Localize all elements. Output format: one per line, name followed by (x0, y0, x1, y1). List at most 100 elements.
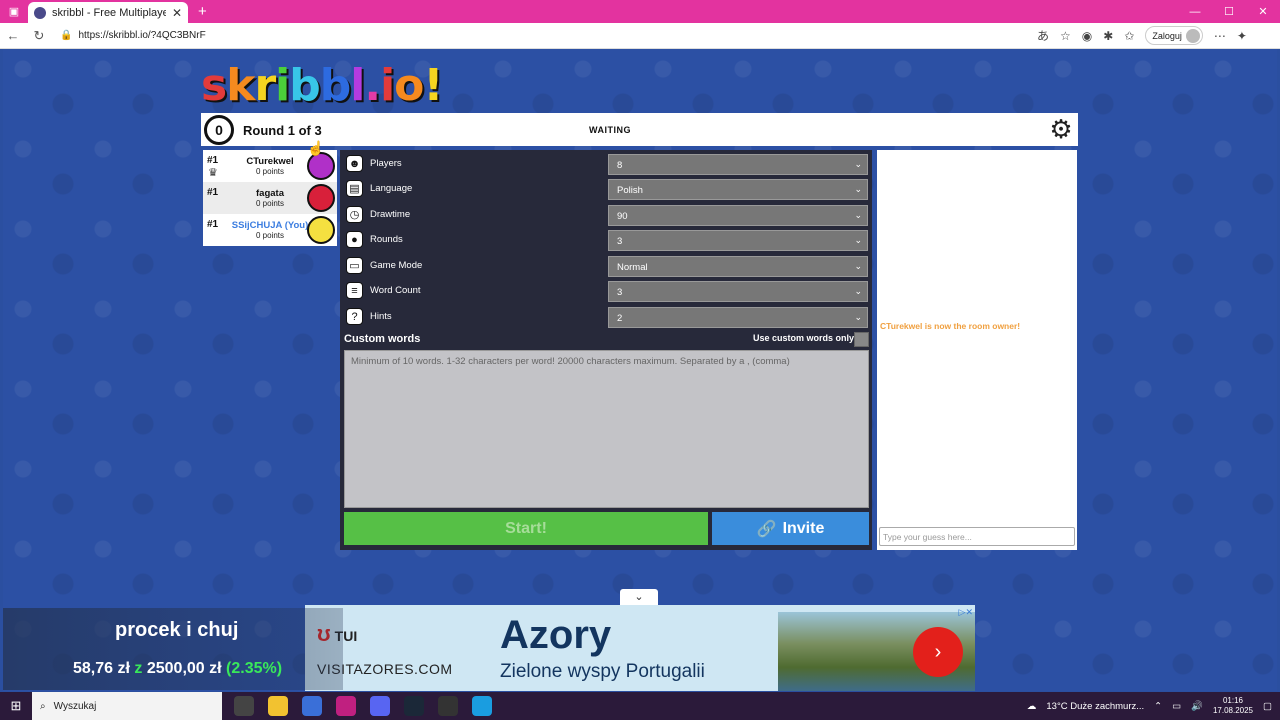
advertisement-banner[interactable]: ʊTUI VISITAZORES.COM Azory Zielone wyspy… (305, 605, 975, 691)
collapse-ad-chevron-icon[interactable]: ⌄ (620, 589, 658, 605)
puzzle-icon[interactable]: ✱ (1103, 29, 1113, 43)
login-label: Zaloguj (1152, 30, 1182, 41)
players-select[interactable]: 8 ⌄ (608, 154, 868, 175)
chevron-down-icon: ⌄ (854, 235, 862, 245)
login-button[interactable]: Zaloguj (1145, 26, 1203, 45)
maximize-icon[interactable]: ☐ (1212, 0, 1246, 23)
discord-icon[interactable] (370, 696, 390, 716)
drawtime-select[interactable]: 90 ⌄ (608, 205, 868, 226)
tab-title: skribbl - Free Multiplayer Drawing (52, 6, 166, 19)
setting-row-game-mode: ▭ Game Mode Normal ⌄ (340, 255, 872, 277)
weather-icon: ☁ (1026, 700, 1037, 712)
ad-headline: Azory (500, 613, 612, 657)
timer-clock-icon: 0 (204, 115, 234, 145)
store-icon[interactable] (302, 696, 322, 716)
setting-row-word-count: ≡ Word Count 3 ⌄ (340, 280, 872, 302)
url-field[interactable]: 🔒 https://skribbl.io/?4QC3BNrF (52, 26, 1037, 46)
player-list: #1 ♛ CTurekwel 0 points ☝ #1 fagata 0 po… (203, 140, 337, 246)
setting-row-rounds: ● Rounds 3 ⌄ (340, 229, 872, 251)
tab-actions-icon[interactable]: ▣ (0, 0, 28, 23)
tray-chevron-icon[interactable]: ⌃ (1154, 701, 1162, 712)
custom-words-label: Custom words (344, 333, 421, 345)
setting-label: Hints (370, 311, 392, 322)
player-row[interactable]: #1 ♛ CTurekwel 0 points ☝ (203, 140, 337, 182)
player-points: 0 points (255, 231, 285, 240)
obs-icon[interactable] (438, 696, 458, 716)
custom-words-textarea[interactable]: Minimum of 10 words. 1-32 characters per… (344, 350, 869, 508)
invite-label: Invite (782, 519, 825, 537)
notification-icon[interactable]: ▢ (1263, 701, 1272, 712)
browser-tab-bar: ▣ skribbl - Free Multiplayer Drawing ✕ +… (0, 0, 1280, 23)
person-icon: ☻ (346, 155, 363, 172)
more-icon[interactable]: ⋯ (1214, 29, 1226, 43)
question-icon: ? (346, 308, 363, 325)
network-icon[interactable]: ▭ (1172, 701, 1181, 712)
rounds-select[interactable]: 3 ⌄ (608, 230, 868, 251)
address-bar: ← ↻ 🔒 https://skribbl.io/?4QC3BNrF あ ☆ ◉… (0, 23, 1280, 49)
start-button[interactable]: Start! (344, 512, 708, 545)
edge-icon[interactable] (472, 696, 492, 716)
player-name: SSijCHUJA (You) (231, 220, 309, 231)
task-view-icon[interactable] (234, 696, 254, 716)
close-window-icon[interactable]: ✕ (1246, 0, 1280, 23)
setting-label: Word Count (370, 285, 421, 296)
weather-text[interactable]: 13°C Duże zachmurz... (1046, 701, 1144, 712)
extension-icon[interactable]: ◉ (1082, 29, 1092, 43)
steam-icon[interactable] (404, 696, 424, 716)
volume-icon[interactable]: 🔊 (1191, 701, 1203, 712)
guess-input[interactable]: Type your guess here... (879, 527, 1075, 546)
player-rank: #1 (207, 219, 219, 230)
language-select[interactable]: Polish ⌄ (608, 179, 868, 200)
browser-tab[interactable]: skribbl - Free Multiplayer Drawing ✕ (28, 2, 188, 23)
site-info-icon[interactable]: 🔒 (60, 30, 72, 41)
custom-only-checkbox[interactable] (854, 332, 869, 347)
chevron-down-icon: ⌄ (854, 210, 862, 220)
minimize-icon[interactable]: — (1178, 0, 1212, 23)
player-row[interactable]: #1 fagata 0 points (203, 182, 337, 214)
search-label: Wyszukaj (53, 700, 97, 712)
overlay-title: procek i chuj (115, 619, 239, 641)
game-mode-select[interactable]: Normal ⌄ (608, 256, 868, 277)
favorite-star-icon[interactable]: ☆ (1060, 29, 1071, 43)
player-name: CTurekwel (246, 156, 294, 167)
windows-start-icon[interactable]: ⊞ (0, 698, 32, 714)
ad-choices-icon[interactable]: ▷✕ (959, 607, 973, 618)
word-count-select[interactable]: 3 ⌄ (608, 281, 868, 302)
ad-arrow-icon[interactable]: › (913, 627, 963, 677)
clock[interactable]: 01:16 17.08.2025 (1213, 696, 1253, 716)
settings-gear-icon[interactable]: ⚙ (1047, 115, 1075, 143)
chat-message: CTurekwel is now the room owner! (880, 321, 1021, 331)
chevron-down-icon: ⌄ (854, 159, 862, 169)
setting-label: Drawtime (370, 209, 411, 220)
file-explorer-icon[interactable] (268, 696, 288, 716)
hints-select[interactable]: 2 ⌄ (608, 307, 868, 328)
setting-label: Game Mode (370, 260, 423, 271)
skribbl-favicon-icon (34, 6, 46, 19)
copilot-icon[interactable]: ✦ (1237, 29, 1247, 43)
donation-overlay: procek i chuj 58,76 zł z 2500,00 zł (2.3… (3, 608, 343, 690)
chevron-down-icon: ⌄ (854, 184, 862, 194)
close-tab-icon[interactable]: ✕ (172, 6, 182, 20)
game-header: 0 Round 1 of 3 WAITING ⚙ (201, 113, 1078, 146)
favorites-icon[interactable]: ✩ (1124, 29, 1134, 43)
player-row[interactable]: #1 SSijCHUJA (You) 0 points (203, 214, 337, 246)
setting-label: Language (370, 183, 413, 194)
word-icon: ≡ (346, 282, 363, 299)
url-text: https://skribbl.io/?4QC3BNrF (78, 30, 206, 41)
search-icon: ⌕ (40, 700, 46, 712)
chevron-down-icon: ⌄ (854, 261, 862, 271)
translate-icon[interactable]: あ (1037, 27, 1049, 44)
link-icon: 🔗 (756, 520, 777, 538)
chat-panel: CTurekwel is now the room owner! Type yo… (877, 150, 1077, 550)
back-icon[interactable]: ← (0, 28, 26, 43)
app-icon[interactable] (336, 696, 356, 716)
new-tab-button[interactable]: + (198, 3, 207, 20)
refresh-icon[interactable]: ↻ (26, 28, 52, 44)
setting-row-drawtime: ◷ Drawtime 90 ⌄ (340, 204, 872, 226)
invite-button[interactable]: 🔗 Invite (712, 512, 869, 545)
crown-icon: ♛ (208, 167, 218, 179)
ad-subline: Zielone wyspy Portugalii (500, 661, 705, 682)
pinned-apps (234, 696, 492, 716)
taskbar-search[interactable]: ⌕ Wyszukaj (32, 692, 222, 720)
pointer-hand-icon: ☝ (307, 140, 325, 156)
